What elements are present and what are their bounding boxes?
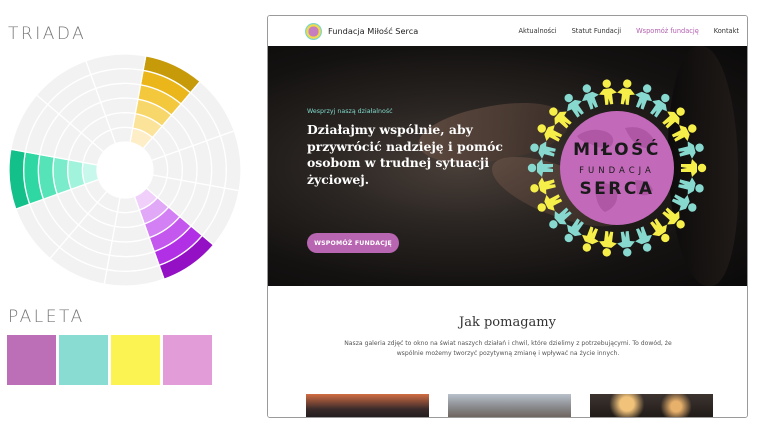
emblem-person-figure	[527, 159, 553, 177]
palette-swatch-teal[interactable]	[59, 335, 108, 385]
emblem-person-figure	[635, 226, 653, 252]
emblem-person-figure	[581, 226, 599, 252]
nav-link-kontakt[interactable]: Kontakt	[714, 27, 739, 35]
nav-link-wspomoz[interactable]: Wspomóż fundację	[636, 27, 699, 35]
color-wheel	[8, 53, 242, 287]
palette-swatch-yellow[interactable]	[111, 335, 160, 385]
emblem-person-figure	[635, 84, 653, 110]
emblem-person-figure	[581, 84, 599, 110]
emblem-person-figure	[530, 177, 556, 195]
emblem-person-figure	[678, 177, 704, 195]
site-name[interactable]: Fundacja Miłość Serca	[328, 26, 418, 36]
milosc-serca-emblem: MIŁOŚĆ FUNDACJA SERCA	[527, 79, 707, 257]
website-preview: Fundacja Miłość Serca Aktualności Statut…	[267, 15, 748, 418]
emblem-text: MIŁOŚĆ	[573, 138, 661, 160]
site-navbar: Fundacja Miłość Serca Aktualności Statut…	[268, 16, 747, 46]
donate-button[interactable]: WSPOMÓŻ FUNDACJĘ	[307, 233, 399, 253]
emblem-person-figure	[530, 141, 556, 159]
section-title: Jak pomagamy	[459, 315, 556, 330]
color-palette	[7, 335, 212, 385]
emblem-person-figure	[599, 231, 617, 257]
hero-kicker: Wesprzyj naszą działalność	[307, 108, 393, 115]
emblem-person-figure	[678, 141, 704, 159]
emblem-person-figure	[617, 79, 635, 105]
how-we-help-section: Jak pomagamy Nasza galeria zdjęć to okno…	[268, 286, 747, 417]
emblem-person-figure	[617, 231, 635, 257]
hero-heading: Działajmy wspólnie, aby przywrócić nadzi…	[307, 122, 503, 187]
nav-links: Aktualności Statut Fundacji Wspomóż fund…	[519, 27, 740, 35]
gallery-photo[interactable]	[590, 394, 713, 417]
emblem-text: SERCA	[579, 179, 654, 199]
nav-link-aktualnosci[interactable]: Aktualności	[519, 27, 557, 35]
foundation-logo-icon[interactable]	[305, 23, 322, 40]
gallery-photo[interactable]	[306, 394, 429, 417]
emblem-person-figure	[599, 79, 617, 105]
emblem-person-figure	[681, 159, 707, 177]
palette-swatch-purple[interactable]	[7, 335, 56, 385]
palette-title: PALETA	[8, 307, 85, 327]
triad-title: TRIADA	[8, 24, 87, 44]
gallery-photo[interactable]	[448, 394, 571, 417]
palette-swatch-pink[interactable]	[163, 335, 212, 385]
section-text: Nasza galeria zdjęć to okno na świat nas…	[344, 340, 672, 357]
hero-banner: Wesprzyj naszą działalność Działajmy wsp…	[268, 46, 747, 286]
emblem-text: FUNDACJA	[579, 166, 655, 176]
nav-link-statut[interactable]: Statut Fundacji	[572, 27, 622, 35]
